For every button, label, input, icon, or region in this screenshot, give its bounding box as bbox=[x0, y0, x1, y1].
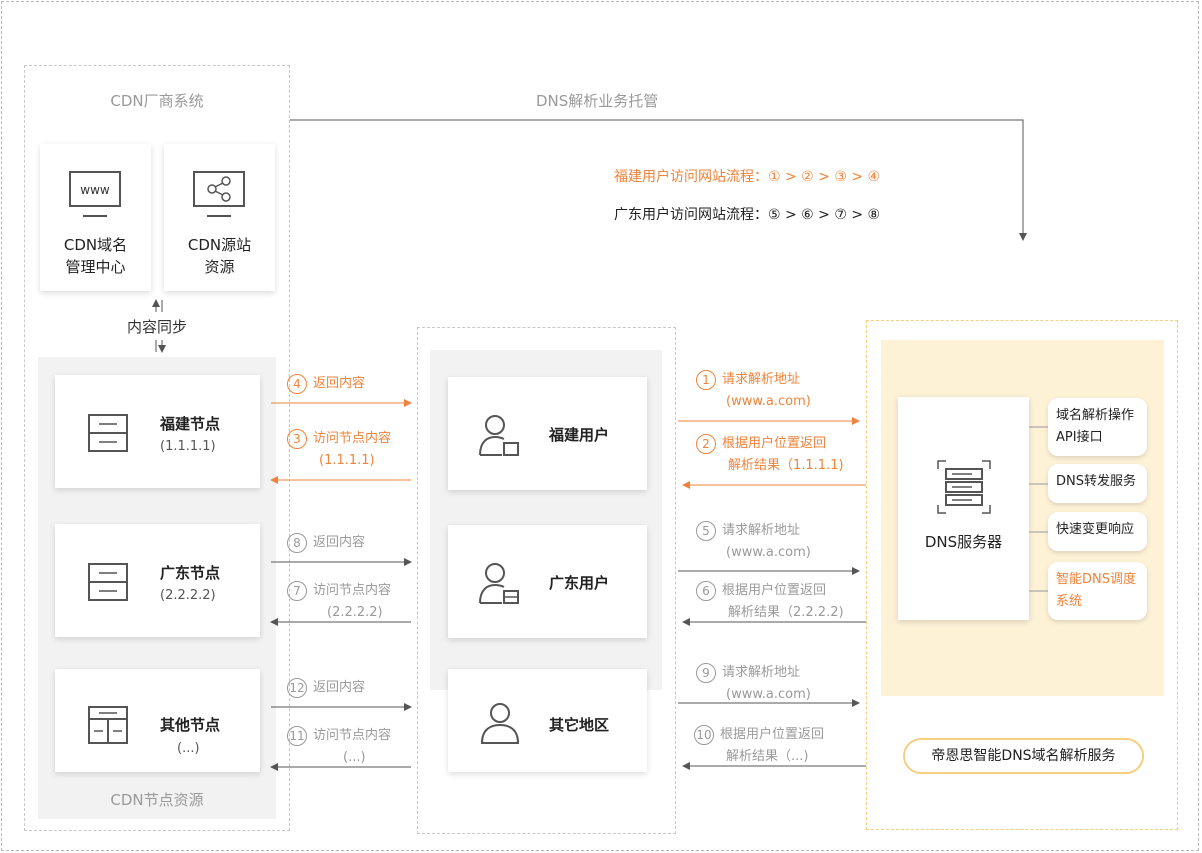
step-11-label: 11 访问节点内容 (...) bbox=[287, 725, 391, 769]
step-text: 访问节点内容 bbox=[313, 728, 392, 743]
step-subtext: (www.a.com) bbox=[726, 545, 811, 560]
step-text: 请求解析地址 bbox=[722, 523, 801, 538]
step-subtext: (2.2.2.2) bbox=[327, 605, 383, 620]
step-4-label: 4 返回内容 bbox=[287, 373, 365, 395]
step-text: 根据用户位置返回 bbox=[722, 436, 827, 451]
step-number: 2 bbox=[696, 433, 716, 454]
step-1-label: 1 请求解析地址 (www.a.com) bbox=[696, 369, 811, 413]
connection-lines bbox=[152, 119, 1048, 771]
step-text: 根据用户位置返回 bbox=[722, 583, 827, 598]
step-subtext: (1.1.1.1) bbox=[319, 453, 375, 468]
step-subtext: 解析结果（...) bbox=[726, 749, 809, 764]
step-12-label: 12 返回内容 bbox=[287, 677, 365, 699]
step-text: 请求解析地址 bbox=[722, 665, 801, 680]
step-subtext: (...) bbox=[343, 750, 366, 765]
step-number: 5 bbox=[696, 520, 716, 541]
step-number: 4 bbox=[287, 373, 307, 394]
step-text: 返回内容 bbox=[313, 376, 366, 391]
step-text: 访问节点内容 bbox=[313, 431, 392, 446]
step-6-label: 6 根据用户位置返回 解析结果（2.2.2.2) bbox=[696, 580, 844, 624]
step-subtext: (www.a.com) bbox=[726, 394, 811, 409]
step-subtext: 解析结果（1.1.1.1) bbox=[728, 458, 844, 473]
step-number: 12 bbox=[287, 677, 307, 698]
step-text: 请求解析地址 bbox=[722, 372, 801, 387]
step-10-label: 10 根据用户位置返回 解析结果（...) bbox=[694, 724, 824, 768]
hosting-connector bbox=[290, 119, 1027, 241]
step-7-label: 7 访问节点内容 (2.2.2.2) bbox=[287, 580, 391, 624]
step-number: 7 bbox=[287, 580, 307, 601]
step-number: 11 bbox=[287, 725, 307, 746]
step-text: 根据用户位置返回 bbox=[720, 727, 825, 742]
step-number: 3 bbox=[287, 428, 307, 449]
step-number: 10 bbox=[694, 724, 714, 745]
step-number: 1 bbox=[696, 369, 716, 390]
step-3-label: 3 访问节点内容 (1.1.1.1) bbox=[287, 428, 391, 472]
step-number: 8 bbox=[287, 532, 307, 553]
step-subtext: 解析结果（2.2.2.2) bbox=[728, 605, 844, 620]
step-number: 9 bbox=[696, 662, 716, 683]
step-8-label: 8 返回内容 bbox=[287, 532, 365, 554]
step-subtext: (www.a.com) bbox=[726, 687, 811, 702]
step-text: 返回内容 bbox=[313, 535, 366, 550]
step-5-label: 5 请求解析地址 (www.a.com) bbox=[696, 520, 811, 564]
step-text: 返回内容 bbox=[313, 680, 366, 695]
step-number: 6 bbox=[696, 580, 716, 601]
step-2-label: 2 根据用户位置返回 解析结果（1.1.1.1) bbox=[696, 433, 844, 477]
step-9-label: 9 请求解析地址 (www.a.com) bbox=[696, 662, 811, 706]
step-text: 访问节点内容 bbox=[313, 583, 392, 598]
